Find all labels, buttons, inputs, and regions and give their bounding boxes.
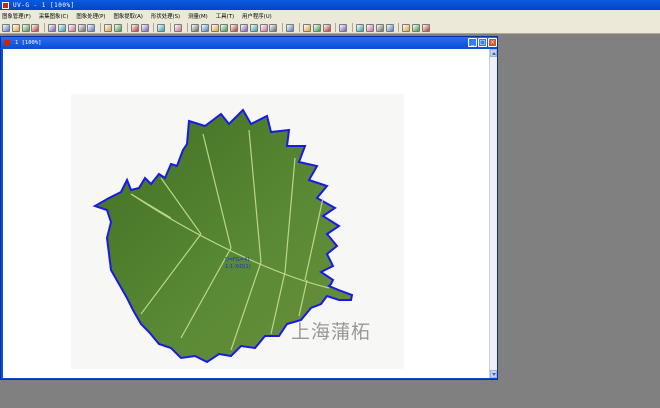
- video-icon[interactable]: [104, 23, 113, 32]
- menu-image-management[interactable]: 图象管理(F): [2, 12, 31, 20]
- vertical-scrollbar[interactable]: [489, 49, 497, 378]
- capture3-icon[interactable]: [87, 23, 96, 32]
- title-bar: UV-G - 1 [100%]: [0, 0, 660, 10]
- save-icon[interactable]: [31, 23, 40, 32]
- scroll-up-button[interactable]: [490, 49, 497, 57]
- merge-icon[interactable]: [375, 23, 384, 32]
- toolbar-separator: [298, 23, 300, 32]
- measurement-label-1: D=FG=41: [225, 257, 251, 263]
- layers-icon[interactable]: [356, 23, 365, 32]
- toolbar-separator: [170, 23, 172, 32]
- list-icon[interactable]: [157, 23, 166, 32]
- new-icon[interactable]: [11, 23, 20, 32]
- image-document-window: 1 [100%] _ □ × D=FG=41 1-1 XIO(1) 上海蒲柘: [0, 36, 498, 380]
- scroll-down-button[interactable]: [490, 370, 497, 378]
- toolbar-separator: [352, 23, 354, 32]
- color-icon[interactable]: [174, 23, 183, 32]
- toolbar-separator: [126, 23, 128, 32]
- hist-icon[interactable]: [339, 23, 348, 32]
- toolbar: [0, 22, 660, 34]
- close-button[interactable]: ×: [488, 38, 497, 47]
- help-icon[interactable]: [402, 23, 411, 32]
- camera-icon[interactable]: [57, 23, 66, 32]
- document-title-bar: 1 [100%] _ □ ×: [1, 37, 497, 48]
- about-icon[interactable]: [421, 23, 430, 32]
- measure-icon[interactable]: [239, 23, 248, 32]
- chevron-down-icon: [492, 373, 496, 376]
- line-icon[interactable]: [259, 23, 268, 32]
- grid-icon[interactable]: [190, 23, 199, 32]
- toolbar-separator: [335, 23, 337, 32]
- menu-measure[interactable]: 测量(M): [188, 12, 208, 20]
- toolbar-separator: [282, 23, 284, 32]
- menu-bar: 图象管理(F) 采集图象(C) 图象处理(P) 图象提取(A) 形状处理(S) …: [0, 10, 660, 22]
- lasso-icon[interactable]: [269, 23, 278, 32]
- split-icon[interactable]: [365, 23, 374, 32]
- watermark: 上海蒲柘: [291, 321, 372, 343]
- angle-icon[interactable]: [249, 23, 258, 32]
- toolbar-separator: [100, 23, 102, 32]
- rotate-icon[interactable]: [312, 23, 321, 32]
- cut-icon[interactable]: [48, 23, 57, 32]
- application-window: UV-G - 1 [100%] 图象管理(F) 采集图象(C) 图象处理(P) …: [0, 0, 660, 408]
- window-title: UV-G - 1 [100%]: [13, 1, 75, 9]
- target-icon[interactable]: [230, 23, 239, 32]
- capture-icon[interactable]: [67, 23, 76, 32]
- toolbar-separator: [186, 23, 188, 32]
- app-icon: [2, 1, 9, 9]
- tile-icon[interactable]: [385, 23, 394, 32]
- menu-user-programs[interactable]: 用户程序(U): [242, 12, 272, 20]
- magic-icon[interactable]: [286, 23, 295, 32]
- toolbar-separator: [44, 23, 46, 32]
- maximize-button[interactable]: □: [478, 38, 487, 47]
- menu-image-processing[interactable]: 图象处理(P): [76, 12, 105, 20]
- measurement-label-2: 1-1 XIO(1): [225, 264, 251, 270]
- print-icon[interactable]: [130, 23, 139, 32]
- image-canvas[interactable]: D=FG=41 1-1 XIO(1) 上海蒲柘: [3, 49, 489, 378]
- save-copy-icon[interactable]: [113, 23, 122, 32]
- zoom-icon[interactable]: [302, 23, 311, 32]
- document-title: 1 [100%]: [15, 39, 42, 46]
- menu-tools[interactable]: 工具(T): [216, 12, 234, 20]
- pen-icon[interactable]: [200, 23, 209, 32]
- minimize-button[interactable]: _: [468, 38, 477, 47]
- circle-icon[interactable]: [220, 23, 229, 32]
- folder-icon[interactable]: [21, 23, 30, 32]
- menu-capture-image[interactable]: 采集图象(C): [39, 12, 69, 20]
- open-icon[interactable]: [2, 23, 10, 32]
- chevron-up-icon: [492, 52, 496, 55]
- toolbar-separator: [398, 23, 400, 32]
- toolbar-separator: [153, 23, 155, 32]
- capture2-icon[interactable]: [77, 23, 86, 32]
- flip-icon[interactable]: [322, 23, 331, 32]
- preview-icon[interactable]: [140, 23, 149, 32]
- fill-icon[interactable]: [210, 23, 219, 32]
- document-icon: [4, 39, 10, 46]
- menu-image-extraction[interactable]: 图象提取(A): [113, 12, 142, 20]
- grid2-icon[interactable]: [412, 23, 421, 32]
- menu-shape-processing[interactable]: 形状处理(S): [151, 12, 180, 20]
